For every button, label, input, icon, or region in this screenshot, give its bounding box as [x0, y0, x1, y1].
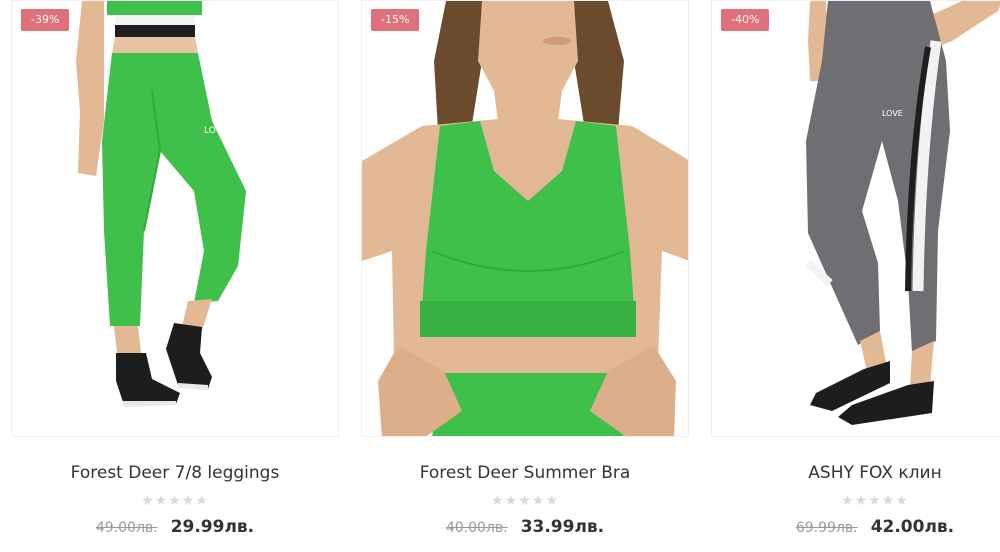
old-price: 69.99лв.	[795, 520, 858, 536]
price-block: 49.00лв. 29.99лв.	[11, 517, 339, 537]
price-block: 40.00лв. 33.99лв.	[361, 517, 689, 537]
product-card[interactable]: -15% Forest Deer Summer Bra ★★★★★ 40.00л…	[361, 0, 689, 552]
product-card[interactable]: -40% LOVE ASHY FOX клин ★★★★★ 69.99лв. 4…	[711, 0, 1000, 552]
old-price: 40.00лв.	[445, 520, 508, 536]
product-card[interactable]: -39% LOVE Forest Deer 7/8 leggings ★★★★★…	[11, 0, 339, 552]
old-price: 49.00лв.	[95, 520, 158, 536]
product-title[interactable]: Forest Deer Summer Bra	[361, 463, 689, 483]
sale-price: 42.00лв.	[870, 517, 955, 537]
grey-leggings-photo: LOVE	[805, 1, 1000, 425]
rating-stars: ★★★★★	[491, 492, 559, 508]
discount-badge: -40%	[721, 9, 770, 31]
svg-text:LOVE: LOVE	[204, 126, 228, 136]
rating-stars: ★★★★★	[841, 492, 909, 508]
svg-text:LOVE: LOVE	[882, 109, 903, 118]
rating-stars: ★★★★★	[141, 492, 209, 508]
green-sports-bra-photo	[362, 1, 688, 436]
product-grid: -39% LOVE Forest Deer 7/8 leggings ★★★★★…	[0, 0, 1000, 552]
product-image-link[interactable]: -15%	[361, 0, 689, 437]
product-image-link[interactable]: -39% LOVE	[11, 0, 339, 437]
sale-price: 29.99лв.	[170, 517, 255, 537]
product-image-link[interactable]: -40% LOVE	[711, 0, 1000, 437]
product-title[interactable]: ASHY FOX клин	[711, 463, 1000, 483]
discount-badge: -15%	[371, 9, 420, 31]
discount-badge: -39%	[21, 9, 70, 31]
price-block: 69.99лв. 42.00лв.	[711, 517, 1000, 537]
green-leggings-photo: LOVE	[76, 1, 246, 407]
product-title[interactable]: Forest Deer 7/8 leggings	[11, 463, 339, 483]
sale-price: 33.99лв.	[520, 517, 605, 537]
